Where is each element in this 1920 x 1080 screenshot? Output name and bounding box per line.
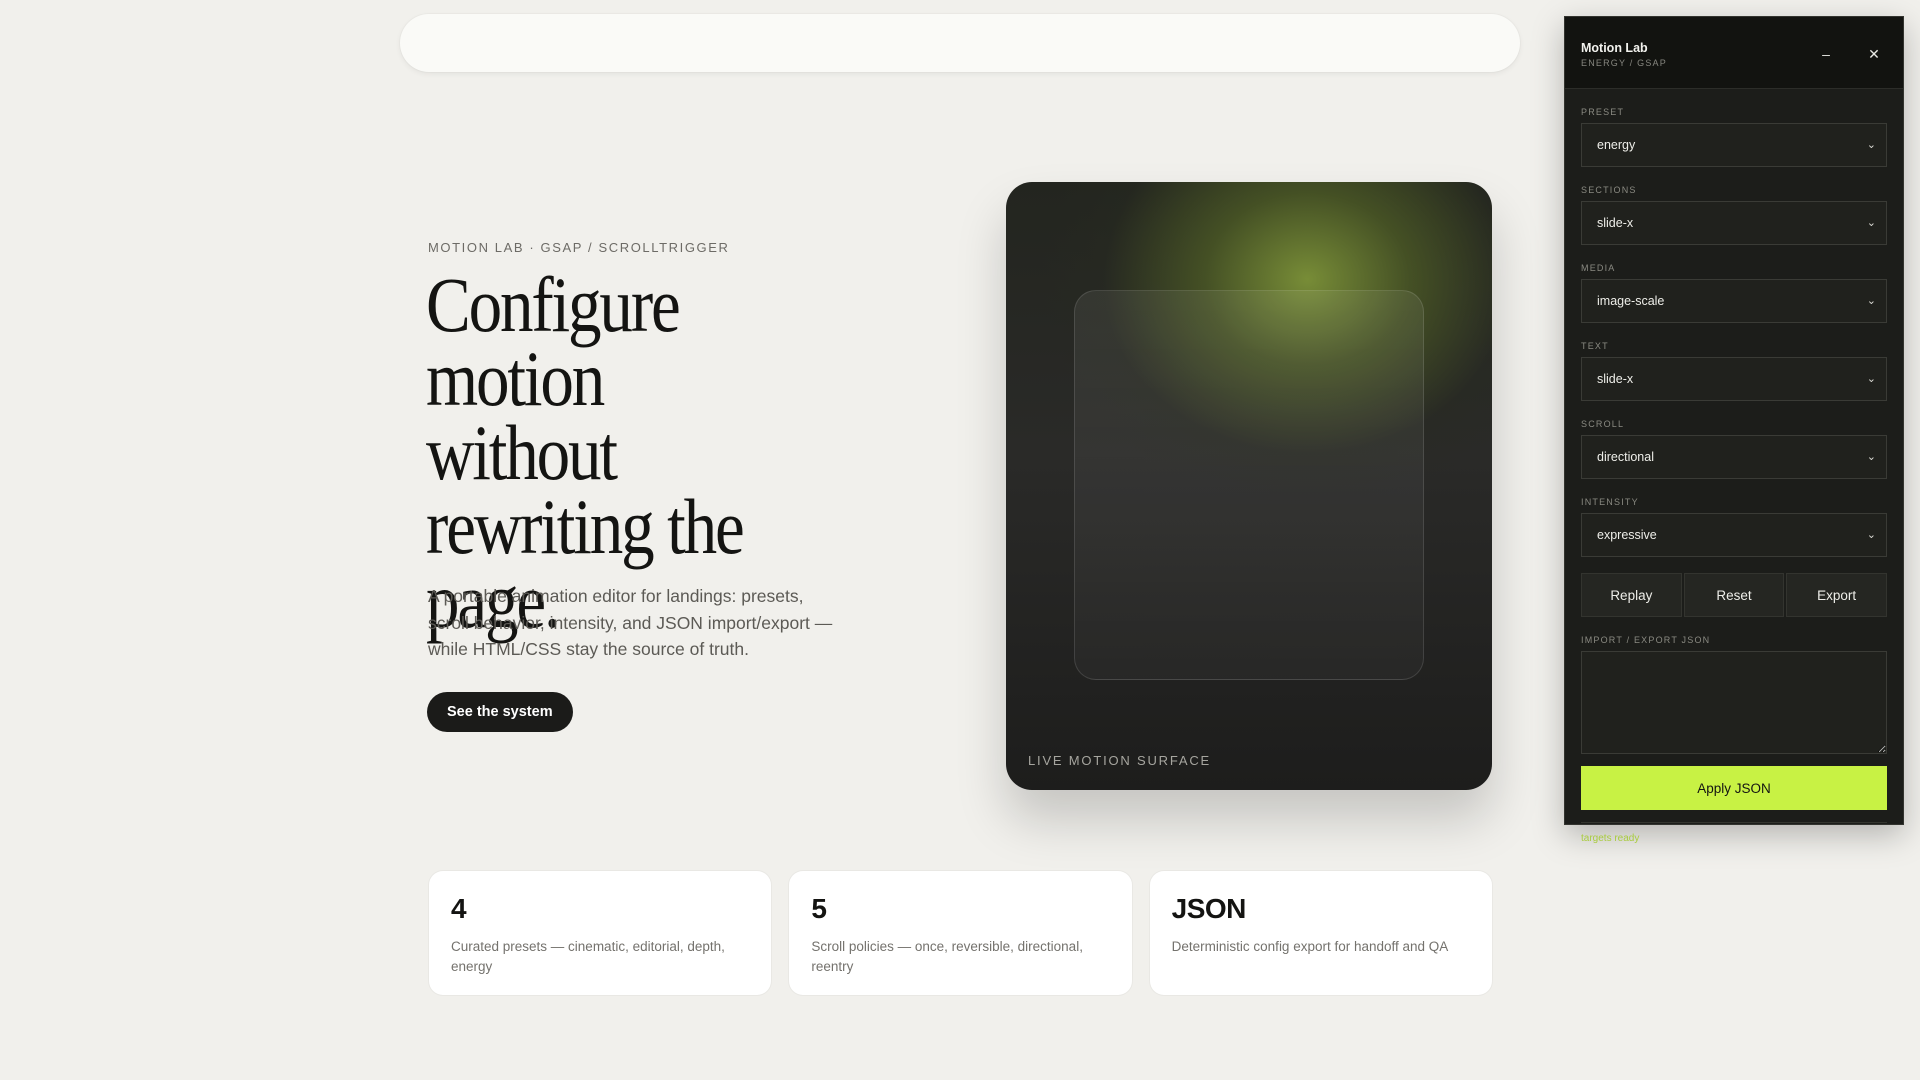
field-label-text: TEXT (1581, 341, 1609, 351)
field-label-scroll: SCROLL (1581, 419, 1625, 429)
stat-card-presets: 4 Curated presets — cinematic, editorial… (429, 871, 772, 995)
sections-select[interactable]: slide-x ⌄ (1581, 201, 1887, 245)
hero-lede: A portable animation editor for landings… (428, 586, 833, 659)
hero-eyebrow: MOTION LAB · GSAP / SCROLLTRIGGER (428, 240, 730, 255)
chevron-down-icon: ⌄ (1866, 373, 1876, 385)
chevron-down-icon: ⌄ (1866, 529, 1876, 541)
field-label-intensity: INTENSITY (1581, 497, 1639, 507)
chevron-down-icon: ⌄ (1866, 139, 1876, 151)
panel-subtitle: ENERGY / GSAP (1581, 58, 1667, 68)
stat-card-scroll-policies: 5 Scroll policies — once, reversible, di… (789, 871, 1132, 995)
status-text: targets ready (1581, 833, 1640, 844)
stat-card-json: JSON Deterministic config export for han… (1149, 871, 1492, 995)
chevron-down-icon: ⌄ (1866, 451, 1876, 463)
preset-select[interactable]: energy ⌄ (1581, 123, 1887, 167)
reset-button[interactable]: Reset (1683, 573, 1785, 617)
action-buttons: Replay Reset Export (1581, 573, 1888, 617)
panel-title: Motion Lab (1581, 41, 1648, 55)
stat-value: JSON (1171, 893, 1247, 924)
motion-surface-glass-card (1074, 290, 1424, 680)
motion-lab-panel: Motion Lab ENERGY / GSAP – ✕ PRESET ener… (1564, 16, 1904, 844)
intensity-select-value: expressive (1597, 528, 1657, 542)
scroll-select[interactable]: directional ⌄ (1581, 435, 1887, 479)
see-the-system-button[interactable]: See the system (427, 692, 573, 732)
json-textarea[interactable] (1581, 651, 1887, 754)
sections-select-value: slide-x (1597, 216, 1634, 230)
stat-cards: 4 Curated presets — cinematic, editorial… (429, 871, 1492, 995)
field-label-media: MEDIA (1581, 263, 1616, 273)
stat-value: 5 (811, 893, 827, 924)
field-label-preset: PRESET (1581, 107, 1625, 117)
json-field-label: IMPORT / EXPORT JSON (1581, 635, 1711, 645)
stat-value: 4 (451, 893, 467, 924)
close-icon[interactable]: ✕ (1865, 45, 1883, 63)
preset-select-value: energy (1597, 138, 1636, 152)
apply-json-button[interactable]: Apply JSON (1581, 766, 1887, 810)
export-button[interactable]: Export (1786, 573, 1888, 617)
replay-button[interactable]: Replay (1581, 573, 1682, 617)
scroll-select-value: directional (1597, 450, 1654, 464)
media-select-value: image-scale (1597, 294, 1665, 308)
stat-description: Curated presets — cinematic, editorial, … (451, 939, 725, 974)
minimize-icon[interactable]: – (1817, 45, 1835, 63)
panel-header: Motion Lab ENERGY / GSAP – ✕ (1565, 17, 1903, 89)
chevron-down-icon: ⌄ (1866, 295, 1876, 307)
live-motion-surface: LIVE MOTION SURFACE (1006, 182, 1492, 790)
stat-description: Deterministic config export for handoff … (1171, 939, 1449, 954)
top-navigation-bar (400, 14, 1520, 72)
panel-body: PRESET energy ⌄ SECTIONS slide-x ⌄ MEDIA… (1565, 107, 1903, 844)
divider (1581, 822, 1887, 823)
intensity-select[interactable]: expressive ⌄ (1581, 513, 1887, 557)
chevron-down-icon: ⌄ (1866, 217, 1876, 229)
text-select-value: slide-x (1597, 372, 1634, 386)
motion-surface-label: LIVE MOTION SURFACE (1028, 753, 1212, 768)
stat-description: Scroll policies — once, reversible, dire… (811, 939, 1083, 974)
text-select[interactable]: slide-x ⌄ (1581, 357, 1887, 401)
field-label-sections: SECTIONS (1581, 185, 1637, 195)
media-select[interactable]: image-scale ⌄ (1581, 279, 1887, 323)
